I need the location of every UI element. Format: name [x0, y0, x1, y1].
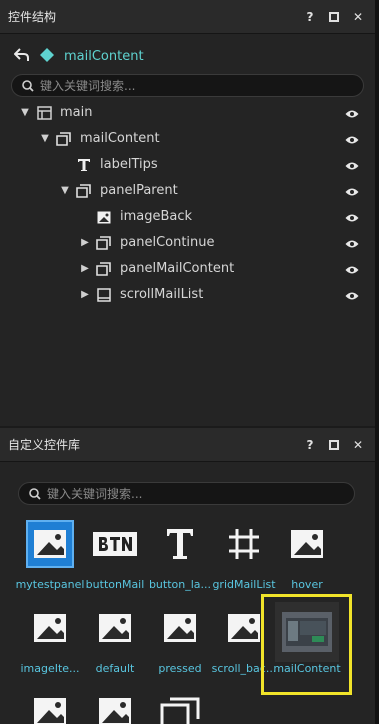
library-tile[interactable]: imageIte...: [18, 604, 82, 676]
library-tile[interactable]: pressed: [148, 604, 212, 676]
breadcrumb: mailContent: [13, 46, 144, 66]
library-tile[interactable]: [148, 688, 212, 724]
structure-panel-title: 控件结构: [8, 10, 57, 24]
selection-highlight: [261, 594, 352, 695]
close-button[interactable]: ✕: [351, 10, 365, 24]
library-tile[interactable]: buttonMail: [83, 520, 147, 592]
maximize-icon: [329, 12, 339, 22]
tree-row-main[interactable]: ▼ main: [0, 100, 375, 126]
tile-label: gridMailList: [212, 578, 276, 591]
tile-label: button_la...: [148, 578, 212, 591]
eye-icon[interactable]: [345, 160, 359, 170]
caret-right-icon[interactable]: ▶: [80, 238, 90, 248]
tree-row-scrollmaillist[interactable]: ▶ scrollMailList: [0, 282, 375, 308]
help-button[interactable]: ?: [303, 438, 317, 452]
eye-icon[interactable]: [345, 108, 359, 118]
panel-icon: [96, 261, 112, 277]
tree-node-label: main: [60, 105, 93, 120]
structure-panel: mailContent ▼ main ▼ mailContent labelTips ▼ p…: [0, 34, 375, 426]
tree-row-labeltips[interactable]: labelTips: [0, 152, 375, 178]
tree-row-imageback[interactable]: imageBack: [0, 204, 375, 230]
close-button[interactable]: ✕: [351, 438, 365, 452]
panel-icon: [156, 688, 204, 724]
caret-down-icon[interactable]: ▼: [20, 108, 30, 118]
library-search-box[interactable]: [18, 482, 355, 505]
image-icon: [96, 209, 112, 225]
caret-down-icon[interactable]: ▼: [40, 134, 50, 144]
window-edge: [375, 0, 379, 724]
library-panel-title: 自定义控件库: [8, 438, 81, 452]
image-icon: [26, 604, 74, 652]
tile-label: buttonMail: [85, 578, 145, 591]
tree-node-label: labelTips: [100, 157, 158, 172]
maximize-button[interactable]: [327, 438, 341, 452]
structure-panel-header: 控件结构 ? ✕: [0, 0, 375, 34]
grid-icon: [220, 520, 268, 568]
library-tile[interactable]: [18, 688, 82, 724]
tile-label: pressed: [158, 662, 202, 675]
back-arrow-icon[interactable]: [13, 47, 30, 65]
caret-down-icon[interactable]: ▼: [60, 186, 70, 196]
component-diamond-icon: [40, 47, 54, 65]
btn-icon: [91, 520, 139, 568]
library-panel-header: 自定义控件库 ? ✕: [0, 428, 375, 462]
tree-node-label: imageBack: [120, 209, 193, 224]
library-tile[interactable]: default: [83, 604, 147, 676]
panel-icon: [76, 183, 92, 199]
eye-icon[interactable]: [345, 212, 359, 222]
maximize-button[interactable]: [327, 10, 341, 24]
tile-label: default: [95, 662, 135, 675]
tree-node-label: panelParent: [100, 183, 178, 198]
caret-right-icon[interactable]: ▶: [80, 264, 90, 274]
search-icon: [22, 79, 34, 92]
tile-label: mytestpanel: [15, 578, 85, 591]
tree-node-label: mailContent: [80, 131, 160, 146]
library-search-input[interactable]: [47, 486, 347, 501]
image-icon: [91, 604, 139, 652]
layout-icon: [36, 105, 52, 121]
tree-node-label: scrollMailList: [120, 287, 204, 302]
image-icon: [26, 520, 74, 568]
library-tile[interactable]: mytestpanel: [16, 520, 84, 592]
help-button[interactable]: ?: [303, 10, 317, 24]
library-tile[interactable]: hover: [275, 520, 339, 592]
image-icon: [26, 688, 74, 724]
image-icon: [91, 688, 139, 724]
eye-icon[interactable]: [345, 134, 359, 144]
maximize-icon: [329, 440, 339, 450]
eye-icon[interactable]: [345, 264, 359, 274]
tree-node-label: panelMailContent: [120, 261, 235, 276]
tile-label: imageIte...: [20, 662, 80, 675]
image-icon: [156, 604, 204, 652]
structure-search-box[interactable]: [11, 74, 364, 97]
eye-icon[interactable]: [345, 238, 359, 248]
search-icon: [29, 487, 41, 500]
text-icon: [76, 157, 92, 173]
text-icon: [156, 520, 204, 568]
eye-icon[interactable]: [345, 186, 359, 196]
structure-search-input[interactable]: [40, 78, 340, 93]
panel-icon: [56, 131, 72, 147]
breadcrumb-label: mailContent: [64, 48, 144, 64]
caret-right-icon[interactable]: ▶: [80, 290, 90, 300]
library-tile[interactable]: gridMailList: [212, 520, 276, 592]
panel-icon: [96, 235, 112, 251]
tree-row-mailcontent[interactable]: ▼ mailContent: [0, 126, 375, 152]
library-tile[interactable]: button_la...: [148, 520, 212, 592]
tile-label: hover: [291, 578, 323, 591]
tree-row-panelparent[interactable]: ▼ panelParent: [0, 178, 375, 204]
tree-node-label: panelContinue: [120, 235, 215, 250]
tree-row-panelcontinue[interactable]: ▶ panelContinue: [0, 230, 375, 256]
eye-icon[interactable]: [345, 290, 359, 300]
tree-row-panelmailcontent[interactable]: ▶ panelMailContent: [0, 256, 375, 282]
image-icon: [283, 520, 331, 568]
scroll-icon: [96, 287, 112, 303]
library-tile[interactable]: [83, 688, 147, 724]
